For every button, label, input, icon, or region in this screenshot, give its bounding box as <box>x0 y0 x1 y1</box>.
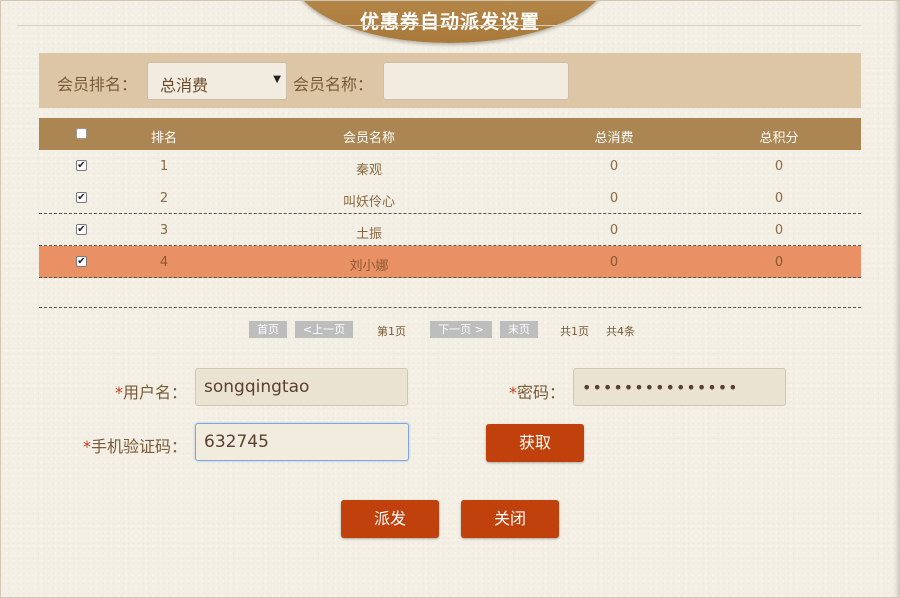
pager-first-button[interactable]: 首页 <box>249 321 287 338</box>
rank-select[interactable]: 总消费 ▼ <box>147 62 287 100</box>
cell-points: 0 <box>774 159 784 174</box>
cell-rank: 2 <box>159 191 169 206</box>
table-row[interactable]: ✔ 2 叫妖伶心 0 0 <box>39 182 861 214</box>
cell-name: 秦观 <box>355 163 382 178</box>
pager-prev-button[interactable]: <上一页 <box>295 321 353 338</box>
cell-name: 土振 <box>355 227 382 242</box>
col-total-spend: 总消费 <box>594 131 634 146</box>
table-row-selected[interactable]: ✔ 4 刘小娜 0 0 <box>39 246 861 278</box>
rank-label: 会员排名： <box>57 75 138 94</box>
username-label: *用户名： <box>114 383 187 402</box>
cell-rank: 4 <box>159 255 169 270</box>
table-row[interactable]: ✔ 1 秦观 0 0 <box>39 150 861 182</box>
pager-last-button[interactable]: 末页 <box>500 321 538 338</box>
select-all-checkbox[interactable] <box>76 128 87 139</box>
cell-spend: 0 <box>609 255 619 270</box>
sms-code-label: *手机验证码： <box>82 437 187 456</box>
row-checkbox[interactable]: ✔ <box>76 192 87 203</box>
dialog-title: 优惠券自动派发设置 <box>359 11 540 33</box>
table-header: 排名 会员名称 总消费 总积分 <box>39 118 861 150</box>
cell-name: 叫妖伶心 <box>342 195 395 210</box>
row-checkbox[interactable]: ✔ <box>76 256 87 267</box>
table-empty-row <box>39 278 861 308</box>
row-checkbox[interactable]: ✔ <box>76 224 87 235</box>
rank-select-value: 总消费 <box>160 76 209 95</box>
row-checkbox[interactable]: ✔ <box>76 160 87 171</box>
col-total-points: 总积分 <box>759 131 799 146</box>
filter-bar: 会员排名： 总消费 ▼ 会员名称： <box>39 53 861 108</box>
username-input[interactable]: songqingtao <box>195 368 408 406</box>
col-member-name: 会员名称 <box>342 131 395 146</box>
cell-spend: 0 <box>609 223 619 238</box>
password-input[interactable]: ••••••••••••••• <box>573 368 786 406</box>
cell-name: 刘小娜 <box>349 259 389 274</box>
cell-points: 0 <box>774 255 784 270</box>
member-name-label: 会员名称： <box>293 75 374 94</box>
cell-rank: 3 <box>159 223 169 238</box>
member-name-input[interactable] <box>383 62 569 100</box>
get-code-button[interactable]: 获取 <box>486 424 584 462</box>
pager-next-button[interactable]: 下一页 > <box>430 321 492 338</box>
member-table: 排名 会员名称 总消费 总积分 ✔ 1 秦观 0 0 ✔ 2 叫妖伶心 0 0 … <box>39 118 861 308</box>
coupon-dispatch-dialog: 优惠券自动派发设置 会员排名： 总消费 ▼ 会员名称： 排名 会员名称 总消费 … <box>0 0 900 598</box>
table-row[interactable]: ✔ 3 土振 0 0 <box>39 214 861 246</box>
close-button[interactable]: 关闭 <box>461 500 559 538</box>
pager-current: 第1页 <box>377 325 406 338</box>
cell-spend: 0 <box>609 159 619 174</box>
cell-spend: 0 <box>609 191 619 206</box>
password-label: *密码： <box>508 383 565 402</box>
col-rank: 排名 <box>150 131 177 146</box>
cell-points: 0 <box>774 223 784 238</box>
cell-points: 0 <box>774 191 784 206</box>
title-divider <box>17 25 861 26</box>
sms-code-input[interactable]: 632745 <box>195 423 409 461</box>
dispatch-button[interactable]: 派发 <box>341 500 439 538</box>
pager-total-items: 共4条 <box>606 325 635 338</box>
dropdown-arrow-icon: ▼ <box>273 74 281 85</box>
cell-rank: 1 <box>159 159 169 174</box>
pager-total-pages: 共1页 <box>560 325 589 338</box>
